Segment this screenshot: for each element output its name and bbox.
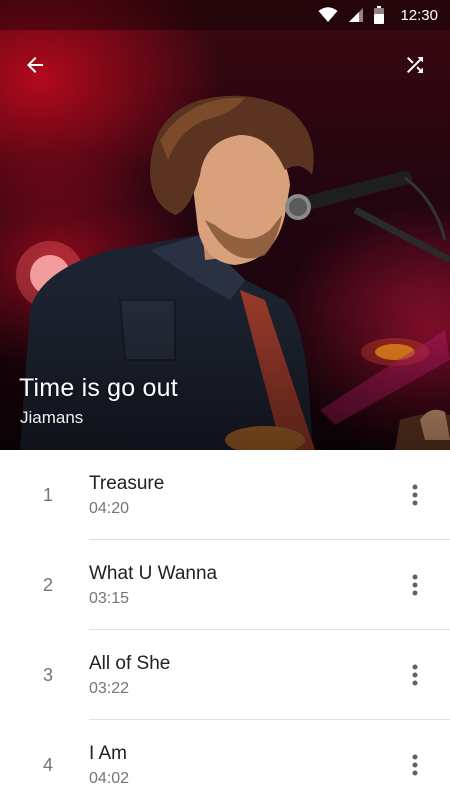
arrow-back-icon xyxy=(27,57,43,73)
more-vert-icon xyxy=(412,664,418,686)
track-row[interactable]: 4 I Am 04:02 xyxy=(0,720,450,800)
track-duration: 03:15 xyxy=(89,590,130,607)
more-options-button[interactable] xyxy=(400,750,430,780)
track-title: I Am xyxy=(89,743,128,764)
back-button[interactable] xyxy=(13,43,57,87)
wifi-icon xyxy=(318,7,338,23)
track-title: What U Wanna xyxy=(89,563,218,584)
album-title: Time is go out xyxy=(19,374,178,402)
track-title: All of She xyxy=(89,653,171,674)
track-list: 1 Treasure 04:20 2 What U Wanna 03:15 3 … xyxy=(0,450,450,800)
shuffle-icon xyxy=(407,57,423,73)
track-row[interactable]: 3 All of She 03:22 xyxy=(0,630,450,720)
track-number: 1 xyxy=(42,485,53,505)
track-duration: 04:20 xyxy=(89,500,130,517)
track-title: Treasure xyxy=(89,473,165,494)
shuffle-button[interactable] xyxy=(393,43,437,87)
track-number: 3 xyxy=(42,665,53,685)
more-vert-icon xyxy=(412,754,418,776)
status-bar: 12:30 xyxy=(0,0,450,30)
more-options-button[interactable] xyxy=(400,480,430,510)
track-number: 2 xyxy=(42,575,53,595)
track-row[interactable]: 2 What U Wanna 03:15 xyxy=(0,540,450,630)
track-number: 4 xyxy=(42,755,53,775)
track-duration: 03:22 xyxy=(89,680,130,697)
more-vert-icon xyxy=(412,574,418,596)
track-duration: 04:02 xyxy=(89,770,130,787)
track-row[interactable]: 1 Treasure 04:20 xyxy=(0,450,450,540)
more-vert-icon xyxy=(412,484,418,506)
signal-icon xyxy=(348,7,364,23)
more-options-button[interactable] xyxy=(400,660,430,690)
album-artist: Jiamans xyxy=(20,408,84,427)
status-time: 12:30 xyxy=(400,6,438,24)
battery-icon xyxy=(374,6,385,24)
more-options-button[interactable] xyxy=(400,570,430,600)
